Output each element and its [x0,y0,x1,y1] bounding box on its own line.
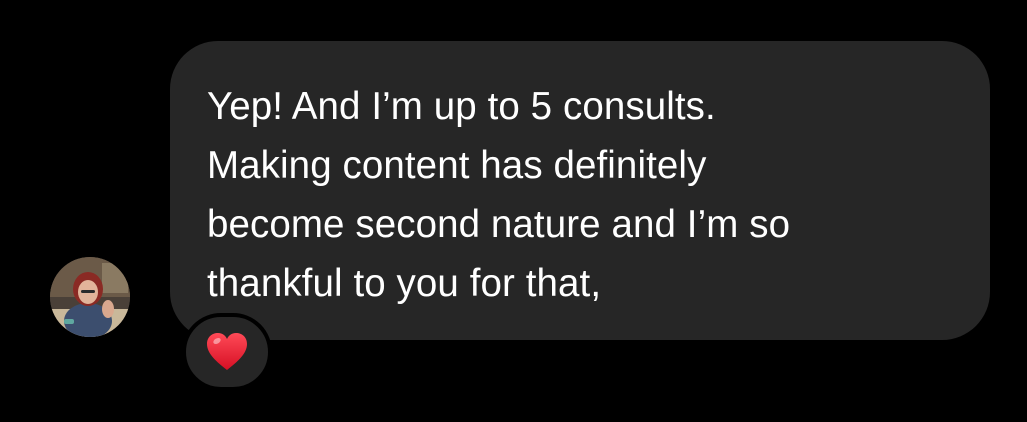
message-text: Yep! And I’m up to 5 consults. Making co… [207,85,791,305]
message-bubble[interactable]: Yep! And I’m up to 5 consults. Making co… [170,41,990,340]
avatar-photo [50,257,130,337]
heart-icon [207,333,247,370]
message-thread: Yep! And I’m up to 5 consults. Making co… [0,0,1027,422]
sender-avatar[interactable] [50,257,130,337]
reaction-badge[interactable] [182,313,272,391]
